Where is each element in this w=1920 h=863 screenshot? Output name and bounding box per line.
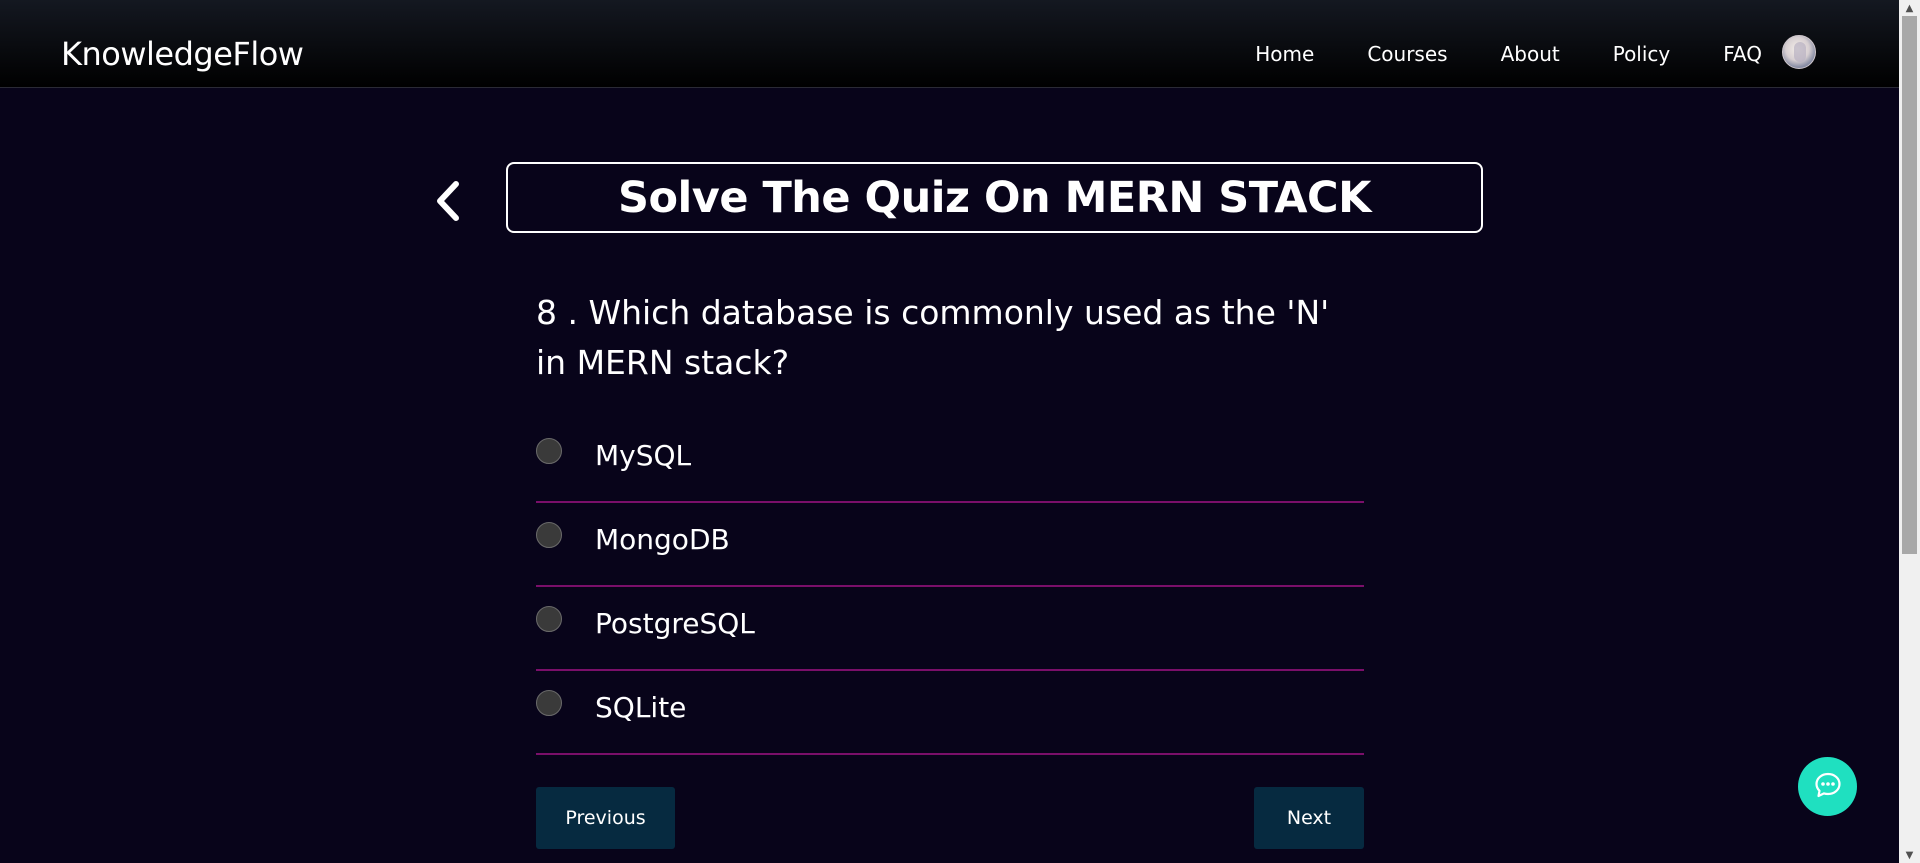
option-row[interactable]: MongoDB [536,503,1364,587]
option-label[interactable]: PostgreSQL [595,607,755,641]
quiz-title-box: Solve The Quiz On MERN STACK [506,162,1483,233]
option-row[interactable]: PostgreSQL [536,587,1364,671]
option-label[interactable]: SQLite [595,691,686,725]
top-navbar: KnowledgeFlow Home Courses About Policy … [0,0,1899,88]
radio-button[interactable] [536,606,562,632]
answer-options: MySQL MongoDB PostgreSQL SQLite [536,419,1364,755]
scroll-up-arrow-icon[interactable]: ▲ [1899,0,1920,16]
user-avatar[interactable] [1782,35,1816,69]
scrollbar-thumb[interactable] [1902,16,1917,554]
vertical-scrollbar[interactable]: ▲ ▼ [1899,0,1920,863]
radio-button[interactable] [536,522,562,548]
chat-bubble-icon [1813,770,1843,804]
option-label[interactable]: MongoDB [595,523,730,557]
nav-links: Home Courses About Policy FAQ [1255,40,1762,68]
quiz-title: Solve The Quiz On MERN STACK [618,172,1371,223]
next-button[interactable]: Next [1254,787,1364,849]
chat-button[interactable] [1798,757,1857,816]
previous-button[interactable]: Previous [536,787,675,849]
radio-button[interactable] [536,690,562,716]
nav-faq[interactable]: FAQ [1723,40,1762,68]
nav-home[interactable]: Home [1255,40,1314,68]
option-row[interactable]: MySQL [536,419,1364,503]
option-label[interactable]: MySQL [595,439,691,473]
nav-policy[interactable]: Policy [1613,40,1671,68]
nav-about[interactable]: About [1501,40,1560,68]
nav-courses[interactable]: Courses [1367,40,1447,68]
scroll-down-arrow-icon[interactable]: ▼ [1899,847,1920,863]
quiz-page: KnowledgeFlow Home Courses About Policy … [0,0,1920,863]
chevron-left-icon[interactable] [430,176,470,226]
brand-logo[interactable]: KnowledgeFlow [61,34,304,74]
question-text: 8 . Which database is commonly used as t… [536,293,1330,382]
option-row[interactable]: SQLite [536,671,1364,755]
radio-button[interactable] [536,438,562,464]
